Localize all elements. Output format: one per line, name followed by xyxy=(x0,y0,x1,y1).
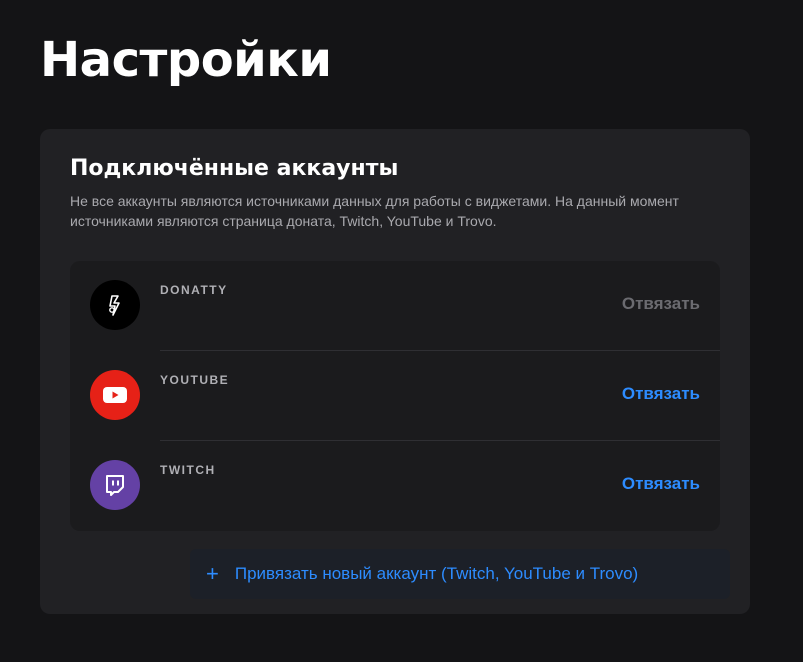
youtube-logo-icon xyxy=(90,370,140,420)
card-title: Подключённые аккаунты xyxy=(70,156,399,181)
add-account-label: Привязать новый аккаунт (Twitch, YouTube… xyxy=(234,564,639,583)
account-row-youtube: YOUTUBE Отвязать xyxy=(70,351,720,441)
plus-icon: + xyxy=(206,561,219,586)
unlink-button-twitch[interactable]: Отвязать xyxy=(622,474,700,494)
account-row-donatty: DONATTY Отвязать xyxy=(70,261,720,351)
account-row-twitch: TWITCH Отвязать xyxy=(70,441,720,531)
unlink-button-youtube[interactable]: Отвязать xyxy=(622,384,700,404)
account-name: TWITCH xyxy=(160,463,216,477)
unlink-button-donatty[interactable]: Отвязать xyxy=(622,294,700,314)
accounts-list: DONATTY Отвязать YOUTUBE Отвязать TWITCH… xyxy=(70,261,720,531)
card-description: Не все аккаунты являются источниками дан… xyxy=(70,193,679,229)
page-title: Настройки xyxy=(40,32,332,88)
twitch-logo-icon xyxy=(90,460,140,510)
account-name: YOUTUBE xyxy=(160,373,230,387)
add-account-button[interactable]: + Привязать новый аккаунт (Twitch, YouTu… xyxy=(190,549,730,599)
donatty-logo-icon xyxy=(90,280,140,330)
connected-accounts-card: Подключённые аккаунты Не все аккаунты яв… xyxy=(40,129,750,614)
settings-page: Настройки Подключённые аккаунты Не все а… xyxy=(0,0,803,662)
account-name: DONATTY xyxy=(160,283,228,297)
